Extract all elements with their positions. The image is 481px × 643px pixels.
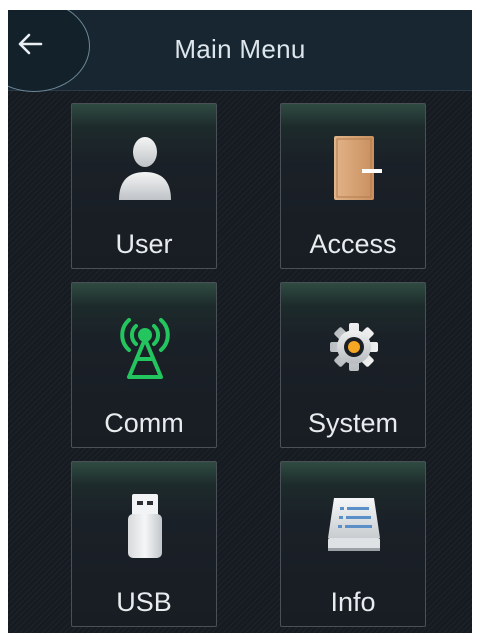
user-icon [119, 137, 171, 200]
page-title: Main Menu [174, 34, 306, 64]
gear-icon [330, 323, 378, 371]
header-bar: Main Menu [8, 10, 472, 92]
info-list-icon [328, 498, 380, 551]
menu-tile-access[interactable]: Access [280, 103, 426, 269]
usb-drive-icon [128, 494, 162, 558]
menu-tile-usb[interactable]: USB [71, 461, 217, 627]
menu-tile-label: Comm [104, 408, 184, 438]
menu-tile-system[interactable]: System [280, 282, 426, 448]
menu-tile-label: User [115, 229, 173, 259]
menu-tile-label: System [307, 408, 399, 438]
menu-tile-info[interactable]: Info [280, 461, 426, 627]
door-icon [334, 136, 382, 200]
antenna-icon [120, 318, 170, 379]
menu-tile-label: Access [309, 229, 397, 259]
menu-tile-user[interactable]: User [71, 103, 217, 269]
menu-tile-label: Info [330, 587, 376, 617]
menu-tile-comm[interactable]: Comm [71, 282, 217, 448]
device-screen: Main Menu User Access Comm System USB In… [8, 10, 472, 633]
menu-tile-label: USB [116, 587, 172, 617]
